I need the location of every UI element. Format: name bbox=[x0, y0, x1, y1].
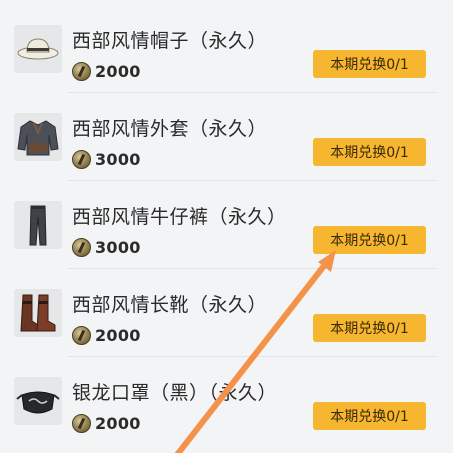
price-amount: 3000 bbox=[95, 237, 141, 257]
exchange-item: 银龙口罩（黑）（永久） 2000 本期兑换0/1 bbox=[0, 357, 453, 445]
redeem-button[interactable]: 本期兑换0/1 bbox=[313, 314, 426, 342]
jeans-icon bbox=[14, 201, 62, 249]
item-price: 2000 bbox=[72, 324, 141, 346]
price-amount: 2000 bbox=[95, 413, 141, 433]
item-price: 2000 bbox=[72, 60, 141, 82]
coin-icon bbox=[72, 325, 91, 345]
item-price: 2000 bbox=[72, 412, 141, 434]
coin-icon bbox=[72, 413, 91, 433]
exchange-item: 西部风情牛仔裤（永久） 3000 本期兑换0/1 bbox=[0, 181, 453, 269]
item-name: 西部风情牛仔裤（永久） bbox=[72, 206, 287, 228]
coin-icon bbox=[72, 61, 91, 81]
boots-icon bbox=[14, 289, 62, 337]
price-amount: 2000 bbox=[95, 325, 141, 345]
mask-icon bbox=[14, 377, 62, 425]
exchange-item: 西部风情帽子（永久） 2000 本期兑换0/1 bbox=[0, 5, 453, 93]
item-price: 3000 bbox=[72, 148, 141, 170]
item-name: 银龙口罩（黑）（永久） bbox=[72, 382, 278, 404]
redeem-button[interactable]: 本期兑换0/1 bbox=[313, 138, 426, 166]
price-amount: 3000 bbox=[95, 149, 141, 169]
price-amount: 2000 bbox=[95, 61, 141, 81]
redeem-button[interactable]: 本期兑换0/1 bbox=[313, 402, 426, 430]
jacket-icon bbox=[14, 113, 62, 161]
redeem-button[interactable]: 本期兑换0/1 bbox=[313, 50, 426, 78]
redeem-button[interactable]: 本期兑换0/1 bbox=[313, 226, 426, 254]
coin-icon bbox=[72, 237, 91, 257]
item-name: 西部风情长靴（永久） bbox=[72, 294, 268, 316]
exchange-item: 西部风情外套（永久） 3000 本期兑换0/1 bbox=[0, 93, 453, 181]
hat-icon bbox=[14, 25, 62, 73]
item-price: 3000 bbox=[72, 236, 141, 258]
item-name: 西部风情外套（永久） bbox=[72, 118, 268, 140]
item-name: 西部风情帽子（永久） bbox=[72, 30, 268, 52]
coin-icon bbox=[72, 149, 91, 169]
exchange-item: 西部风情长靴（永久） 2000 本期兑换0/1 bbox=[0, 269, 453, 357]
